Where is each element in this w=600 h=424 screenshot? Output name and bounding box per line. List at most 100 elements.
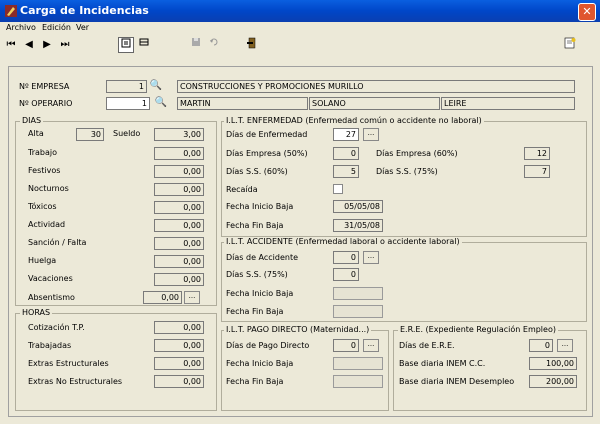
dias-ss-60-field[interactable]: 5 — [333, 165, 359, 178]
menu-edicion[interactable]: Edición — [42, 23, 71, 32]
fecha-inicio-baja-label: Fecha Inicio Baja — [226, 202, 294, 211]
sancion-label: Sanción / Falta — [28, 238, 87, 247]
nocturnos-field[interactable]: 0,00 — [154, 183, 204, 196]
base-inem-desempleo-field[interactable]: 200,00 — [529, 375, 577, 388]
dias-ss-75-field[interactable]: 7 — [524, 165, 550, 178]
form-view-icon[interactable] — [118, 37, 134, 53]
absentismo-field[interactable]: 0,00 — [143, 291, 182, 304]
save-icon[interactable] — [188, 37, 204, 53]
trabajadas-label: Trabajadas — [28, 341, 72, 350]
fecha-fin-baja-label: Fecha Fin Baja — [226, 221, 284, 230]
base-inem-cc-label: Base diaria INEM C.C. — [399, 359, 486, 368]
trabajo-label: Trabajo — [28, 148, 57, 157]
close-button[interactable]: ✕ — [578, 3, 596, 21]
sueldo-label: Sueldo — [113, 129, 141, 138]
cotizacion-label: Cotización T.P. — [28, 323, 85, 332]
next-record-button[interactable]: ▶ — [39, 37, 55, 53]
dias-ere-label: Días de E.R.E. — [399, 341, 455, 350]
horas-title: HORAS — [20, 308, 53, 317]
festivos-field[interactable]: 0,00 — [154, 165, 204, 178]
acc-dias-ss-75-field[interactable]: 0 — [333, 268, 359, 281]
vacaciones-field[interactable]: 0,00 — [154, 273, 204, 286]
trabajadas-field[interactable]: 0,00 — [154, 339, 204, 352]
empresa-number-field[interactable]: 1 — [106, 80, 147, 93]
empresa-search-icon[interactable]: 🔍 — [149, 80, 163, 92]
alta-label: Alta — [28, 129, 44, 138]
dias-empresa-50-field[interactable]: 0 — [333, 147, 359, 160]
menu-ver[interactable]: Ver — [76, 23, 89, 32]
grid-view-icon[interactable] — [136, 37, 152, 53]
first-record-button[interactable]: ⏮ — [3, 37, 19, 53]
trabajo-field[interactable]: 0,00 — [154, 147, 204, 160]
exit-icon[interactable] — [244, 37, 260, 53]
cotizacion-field[interactable]: 0,00 — [154, 321, 204, 334]
dias-ere-detail-button[interactable]: ... — [557, 339, 573, 352]
report-icon[interactable] — [562, 37, 578, 53]
recaida-checkbox[interactable] — [333, 184, 343, 194]
toxicos-field[interactable]: 0,00 — [154, 201, 204, 214]
dias-ere-field[interactable]: 0 — [529, 339, 553, 352]
ilt-enfermedad-title: I.L.T. ENFERMEDAD (Enfermedad común o ac… — [224, 116, 484, 125]
dias-empresa-60-field[interactable]: 12 — [524, 147, 550, 160]
extras-estructurales-label: Extras Estructurales — [28, 359, 109, 368]
prev-record-button[interactable]: ◀ — [21, 37, 37, 53]
dias-title: DIAS — [20, 116, 44, 125]
dias-ss-60-label: Días S.S. (60%) — [226, 167, 288, 176]
undo-icon[interactable] — [206, 37, 222, 53]
acc-fecha-fin-label: Fecha Fin Baja — [226, 307, 284, 316]
vacaciones-label: Vacaciones — [28, 274, 73, 283]
operario-label: Nº OPERARIO — [19, 99, 73, 108]
absentismo-detail-button[interactable]: ... — [184, 291, 200, 304]
acc-fecha-inicio-field[interactable] — [333, 287, 383, 300]
ilt-pago-directo-title: I.L.T. PAGO DIRECTO (Maternidad...) — [224, 325, 372, 334]
ere-title: E.R.E. (Expediente Regulación Empleo) — [398, 325, 558, 334]
huelga-field[interactable]: 0,00 — [154, 255, 204, 268]
dias-empresa-50-label: Días Empresa (50%) — [226, 149, 308, 158]
dias-pago-directo-field[interactable]: 0 — [333, 339, 359, 352]
extras-estructurales-field[interactable]: 0,00 — [154, 357, 204, 370]
festivos-label: Festivos — [28, 166, 61, 175]
base-inem-cc-field[interactable]: 100,00 — [529, 357, 577, 370]
app-icon — [5, 5, 17, 17]
pago-fecha-fin-label: Fecha Fin Baja — [226, 377, 284, 386]
pago-fecha-inicio-label: Fecha Inicio Baja — [226, 359, 294, 368]
dias-accidente-detail-button[interactable]: ... — [363, 251, 379, 264]
toolbar: ⏮ ◀ ▶ ⏭ — [0, 34, 600, 56]
operario-apellido1-field: SOLANO — [309, 97, 440, 110]
last-record-button[interactable]: ⏭ — [57, 37, 73, 53]
window-title: Carga de Incidencias — [20, 4, 149, 17]
absentismo-label: Absentismo — [28, 293, 75, 302]
dias-enfermedad-detail-button[interactable]: ... — [363, 128, 379, 141]
sueldo-field[interactable]: 3,00 — [154, 128, 204, 141]
nocturnos-label: Nocturnos — [28, 184, 69, 193]
dias-enfermedad-label: Días de Enfermedad — [226, 130, 308, 139]
menu-bar: Archivo Edición Ver — [0, 22, 600, 34]
dias-accidente-field[interactable]: 0 — [333, 251, 359, 264]
dias-pago-directo-detail-button[interactable]: ... — [363, 339, 379, 352]
dias-enfermedad-field[interactable]: 27 — [333, 128, 359, 141]
extras-no-estructurales-label: Extras No Estructurales — [28, 377, 123, 386]
extras-no-estructurales-field[interactable]: 0,00 — [154, 375, 204, 388]
operario-search-icon[interactable]: 🔍 — [154, 97, 168, 109]
dias-accidente-label: Días de Accidente — [226, 253, 299, 262]
ilt-accidente-title: I.L.T. ACCIDENTE (Enfermedad laboral o a… — [224, 237, 462, 246]
acc-fecha-fin-field[interactable] — [333, 305, 383, 318]
recaida-label: Recaída — [226, 185, 258, 194]
base-inem-desempleo-label: Base diaria INEM Desempleo — [399, 377, 515, 386]
fecha-inicio-baja-field[interactable]: 05/05/08 — [333, 200, 383, 213]
dias-pago-directo-label: Días de Pago Directo — [226, 341, 310, 350]
empresa-label: Nº EMPRESA — [19, 82, 70, 91]
sancion-field[interactable]: 0,00 — [154, 237, 204, 250]
actividad-label: Actividad — [28, 220, 66, 229]
pago-fecha-inicio-field[interactable] — [333, 357, 383, 370]
menu-archivo[interactable]: Archivo — [6, 23, 36, 32]
alta-field[interactable]: 30 — [76, 128, 104, 141]
actividad-field[interactable]: 0,00 — [154, 219, 204, 232]
empresa-name-field: CONSTRUCCIONES Y PROMOCIONES MURILLO — [177, 80, 575, 93]
dias-ss-75-label: Días S.S. (75%) — [376, 167, 438, 176]
operario-apellido2-field: LEIRE — [441, 97, 575, 110]
fecha-fin-baja-field[interactable]: 31/05/08 — [333, 219, 383, 232]
pago-fecha-fin-field[interactable] — [333, 375, 383, 388]
toxicos-label: Tóxicos — [28, 202, 57, 211]
operario-number-field[interactable]: 1 — [106, 97, 150, 110]
